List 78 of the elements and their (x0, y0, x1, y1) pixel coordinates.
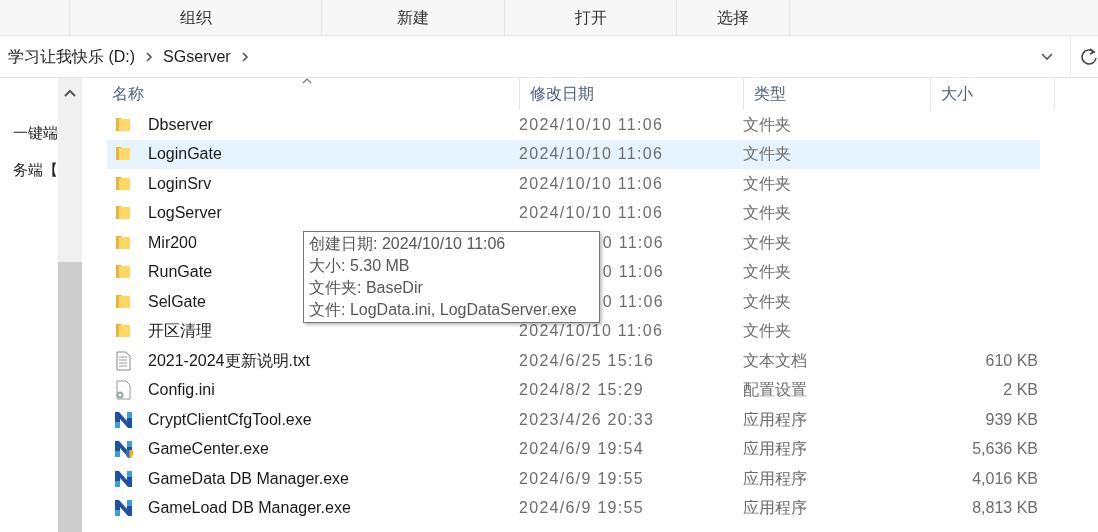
file-type: 文件夹 (743, 174, 791, 192)
column-header[interactable]: 大小 (941, 82, 973, 106)
modified-date: 2024/10/10 11:06 (519, 173, 664, 194)
modified-date: 2024/6/9 19:55 (519, 498, 644, 519)
file-name: LoginSrv (148, 173, 212, 194)
modified-date: 2024/10/10 11:06 (519, 321, 664, 342)
file-type: 文件夹 (743, 292, 791, 310)
file-name: RunGate (148, 262, 213, 283)
file-name: Dbserver (148, 114, 213, 135)
file-name: Config.ini (148, 380, 215, 401)
chevron-down-icon[interactable] (1040, 51, 1054, 62)
file-size: 5,636 KB (972, 439, 1038, 460)
settings-file-icon (114, 380, 134, 401)
breadcrumb-item[interactable]: 学习让我快乐 (D:) (8, 44, 136, 69)
file-name: GameData DB Manager.exe (148, 468, 349, 489)
modified-date: 2024/6/9 19:55 (519, 468, 644, 489)
modified-date: 0 11:06 (602, 291, 664, 312)
tooltip-line: 创建日期: 2024/10/10 11:06 (309, 234, 507, 254)
modified-date: 2024/6/9 19:54 (519, 439, 644, 460)
toolbar-button[interactable]: 选择 (715, 5, 751, 30)
file-type: 应用程序 (743, 469, 807, 487)
modified-date: 2024/10/10 11:06 (519, 144, 664, 165)
sort-caret-icon (302, 78, 312, 84)
file-name: Mir200 (148, 232, 197, 253)
file-type: 文件夹 (743, 233, 791, 251)
toolbar-button[interactable]: 打开 (572, 5, 609, 30)
modified-date: 0 11:06 (602, 232, 664, 253)
file-name: 2021-2024更新说明.txt (148, 350, 310, 371)
file-name: CryptClientCfgTool.exe (148, 409, 312, 430)
column-header[interactable]: 名称 (112, 82, 144, 106)
toolbar-button[interactable]: 组织 (177, 5, 214, 30)
modified-date: 2024/10/10 11:06 (519, 114, 664, 135)
app-icon (114, 409, 134, 430)
column-header[interactable]: 修改日期 (530, 82, 594, 106)
file-type: 文件夹 (743, 145, 791, 163)
file-type: 文件夹 (743, 115, 791, 133)
refresh-icon[interactable] (1081, 47, 1097, 66)
file-name: GameLoad DB Manager.exe (148, 498, 351, 519)
scrollbar-thumb[interactable] (58, 262, 82, 532)
file-type: 文件夹 (743, 322, 791, 340)
file-size: 4,016 KB (972, 468, 1038, 489)
file-type: 配置设置 (743, 381, 807, 399)
file-size: 939 KB (985, 409, 1038, 430)
app-icon (114, 439, 134, 460)
row-highlight[interactable]: LoginGate 2024/10/10 11:06 文件夹 (107, 139, 1040, 169)
file-type: 应用程序 (743, 499, 807, 517)
file-name: GameCenter.exe (148, 439, 269, 460)
nav-item[interactable]: 一键端 (13, 122, 58, 145)
modified-date: 2024/6/25 15:16 (519, 350, 655, 371)
file-size: 2 KB (1003, 380, 1038, 401)
column-header[interactable]: 类型 (754, 82, 786, 106)
modified-date: 2024/10/10 11:06 (519, 203, 664, 224)
file-type: 应用程序 (743, 410, 807, 428)
chevron-right-icon[interactable] (145, 50, 154, 63)
file-size: 610 KB (985, 350, 1038, 371)
tooltip-line: 文件夹: BaseDir (309, 278, 424, 298)
file-name: 开区清理 (148, 321, 212, 342)
document-icon (114, 350, 134, 371)
tooltip-line: 大小: 5.30 MB (309, 256, 411, 276)
file-name: SelGate (148, 291, 206, 312)
file-type: 文件夹 (743, 263, 791, 281)
modified-date: 2024/8/2 15:29 (519, 380, 644, 401)
file-name: LoginGate (148, 144, 222, 165)
app-icon (114, 498, 134, 519)
modified-date: 0 11:06 (602, 262, 664, 283)
file-type: 文件夹 (743, 204, 791, 222)
modified-date: 2023/4/26 20:33 (519, 409, 655, 430)
chevron-right-icon[interactable] (240, 50, 249, 63)
app-icon (114, 468, 134, 489)
nav-item[interactable]: 务端【 (13, 158, 58, 181)
scroll-up-icon[interactable] (64, 89, 76, 97)
tooltip-line: 文件: LogData.ini, LogDataServer.exe (309, 300, 578, 320)
file-type: 应用程序 (743, 440, 807, 458)
file-size: 8,813 KB (972, 498, 1038, 519)
file-name: LogServer (148, 203, 222, 224)
breadcrumb-item[interactable]: SGserver (163, 44, 231, 69)
file-type: 文本文档 (743, 351, 807, 369)
toolbar-button[interactable]: 新建 (395, 5, 431, 30)
